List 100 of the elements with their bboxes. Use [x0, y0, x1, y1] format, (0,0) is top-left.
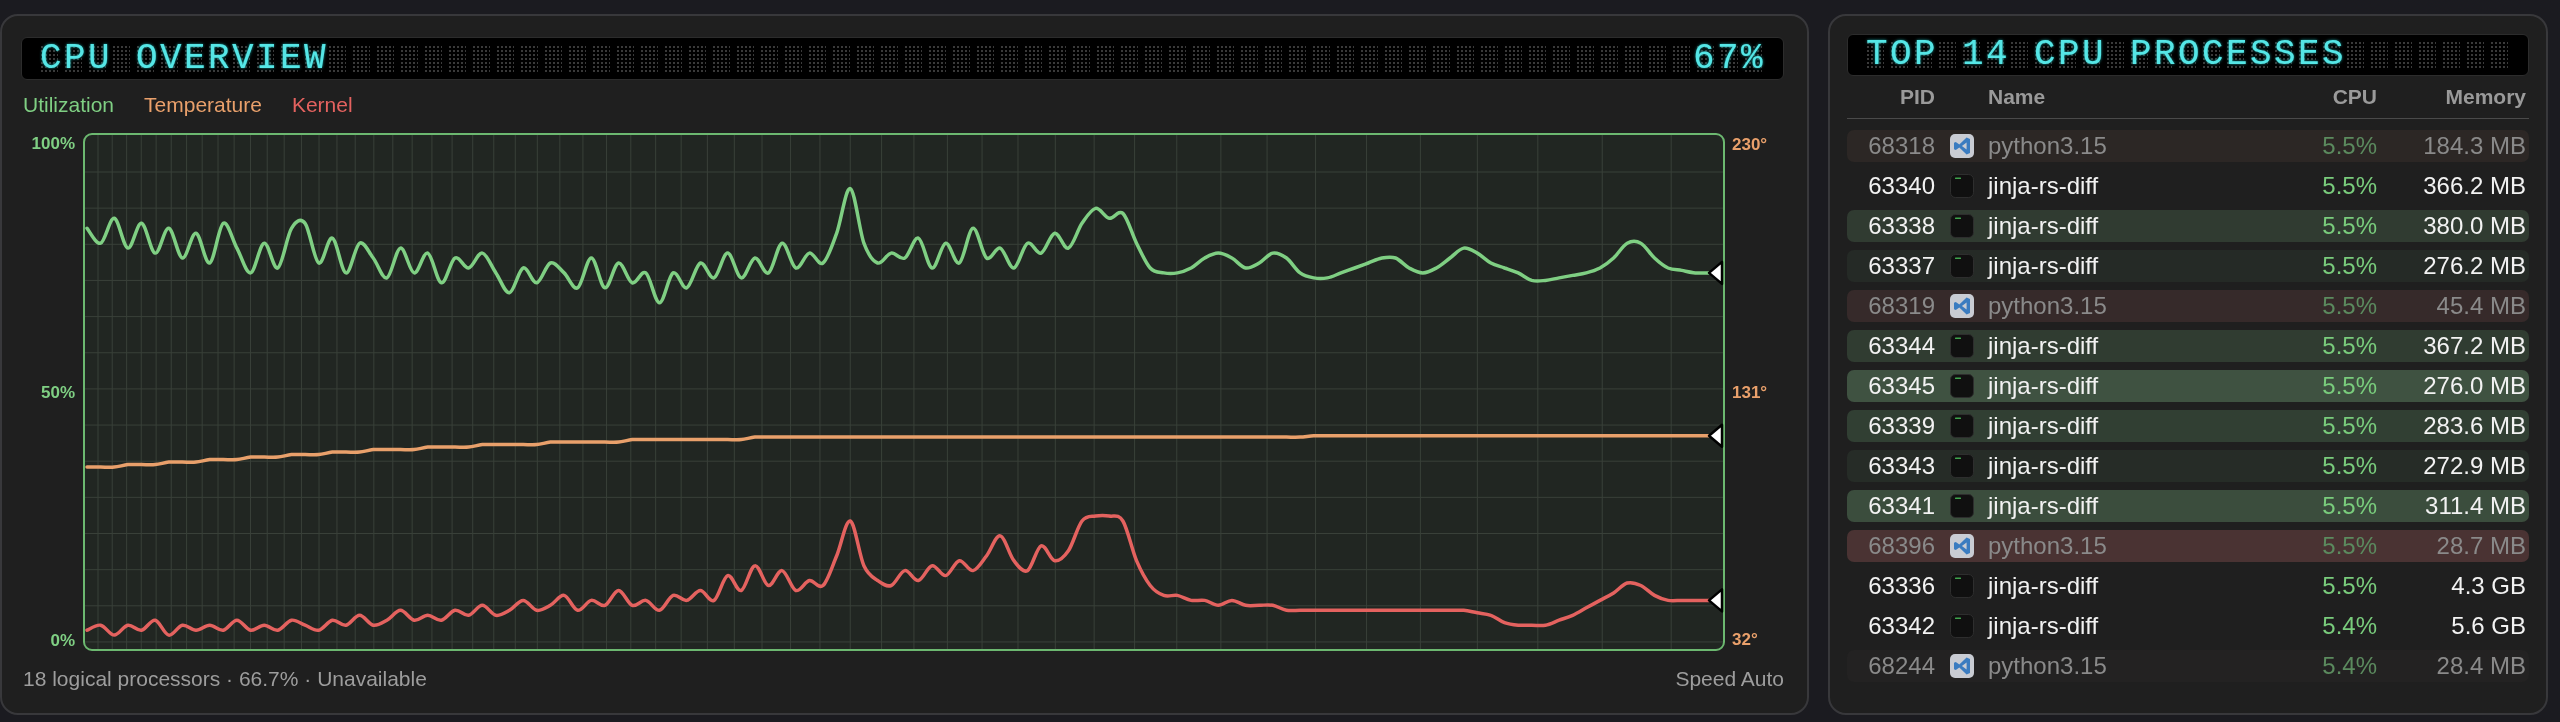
- cpu-usage: 5.5%: [2321, 491, 2377, 521]
- process-row[interactable]: 68396 python3.15 5.5% 28.7 MB: [1847, 530, 2529, 562]
- terminal-icon: [1950, 174, 1974, 198]
- column-header[interactable]: CPU: [2277, 84, 2377, 110]
- axis-label: 50%: [40, 382, 75, 402]
- legend-label: Temperature: [144, 94, 262, 116]
- pid-text: 68319: [1867, 291, 1935, 321]
- value-marker-icon: [1707, 588, 1724, 613]
- process-name: jinja-rs-diff: [1988, 331, 2100, 361]
- app-icon: [1950, 534, 1974, 558]
- cpu-usage: 5.5%: [2321, 291, 2377, 321]
- process-row[interactable]: 63345 jinja-rs-diff 5.5% 276.0 MB: [1847, 370, 2529, 402]
- terminal-icon: [1950, 414, 1974, 438]
- axis-label: 230°: [1732, 134, 1768, 154]
- memory-usage: 367.2 MB: [2422, 331, 2527, 361]
- pid-text: 63338: [1867, 211, 1935, 241]
- memory-usage: 28.7 MB: [2435, 531, 2527, 561]
- lcd-reading: 67%: [1693, 44, 1765, 73]
- process-row[interactable]: 68244 python3.15 5.4% 28.4 MB: [1847, 650, 2529, 682]
- memory-usage: 276.2 MB: [2422, 251, 2527, 281]
- memory-usage: 276.0 MB: [2422, 371, 2527, 401]
- cpu-usage: 5.4%: [2321, 611, 2377, 641]
- cpu-usage: 5.5%: [2321, 171, 2377, 201]
- memory-usage: 272.9 MB: [2422, 451, 2527, 481]
- terminal-icon: [1950, 574, 1974, 598]
- process-row[interactable]: 63344 jinja-rs-diff 5.5% 367.2 MB: [1847, 330, 2529, 362]
- process-row[interactable]: 68318 python3.15 5.5% 184.3 MB: [1847, 130, 2529, 162]
- process-name: python3.15: [1988, 531, 2108, 561]
- axis-label: 131°: [1732, 382, 1768, 402]
- app-icon: [1950, 134, 1974, 158]
- app-icon: [1950, 654, 1974, 678]
- lcd-title: CPU OVERVIEW: [40, 44, 329, 73]
- cpu-usage: 5.5%: [2321, 251, 2377, 281]
- cpu-usage: 5.5%: [2321, 411, 2377, 441]
- process-name: jinja-rs-diff: [1988, 571, 2100, 601]
- memory-usage: 184.3 MB: [2422, 131, 2527, 161]
- process-name: jinja-rs-diff: [1988, 211, 2100, 241]
- terminal-icon: [1950, 334, 1974, 358]
- speed-button[interactable]: Speed Auto: [1675, 668, 1784, 690]
- pid-text: 63337: [1867, 251, 1935, 281]
- process-row[interactable]: 63339 jinja-rs-diff 5.5% 283.6 MB: [1847, 410, 2529, 442]
- memory-usage: 5.6 GB: [2450, 611, 2527, 641]
- process-name: python3.15: [1988, 131, 2108, 161]
- pid-text: 63343: [1867, 451, 1935, 481]
- pid-text: 63342: [1867, 611, 1935, 641]
- cpu-usage: 5.5%: [2321, 211, 2377, 241]
- value-marker-icon: [1707, 260, 1724, 286]
- terminal-icon: [1950, 454, 1974, 478]
- pid-text: 63345: [1867, 371, 1935, 401]
- process-name: jinja-rs-diff: [1988, 411, 2100, 441]
- process-name: jinja-rs-diff: [1988, 491, 2100, 521]
- process-row[interactable]: 63343 jinja-rs-diff 5.5% 272.9 MB: [1847, 450, 2529, 482]
- column-header[interactable]: Name: [1988, 84, 2277, 110]
- memory-usage: 380.0 MB: [2422, 211, 2527, 241]
- terminal-icon: [1950, 374, 1974, 398]
- terminal-icon: [1950, 254, 1974, 278]
- process-row[interactable]: 63337 jinja-rs-diff 5.5% 276.2 MB: [1847, 250, 2529, 282]
- legend-label: Utilization: [23, 94, 115, 116]
- pid-text: 68396: [1867, 531, 1935, 561]
- app-icon: [1950, 294, 1974, 318]
- column-header[interactable]: Memory: [2377, 84, 2529, 110]
- cpu-usage: 5.5%: [2321, 331, 2377, 361]
- process-name: jinja-rs-diff: [1988, 371, 2100, 401]
- process-name: python3.15: [1988, 291, 2108, 321]
- cpu-usage: 5.5%: [2321, 531, 2377, 561]
- process-name: jinja-rs-diff: [1988, 451, 2100, 481]
- value-marker-icon: [1707, 423, 1724, 449]
- status-text: 18 logical processors · 66.7% · Unavailable: [23, 668, 427, 690]
- axis-label: 0%: [50, 630, 75, 650]
- pid-text: 63340: [1867, 171, 1935, 201]
- terminal-icon: [1950, 214, 1974, 238]
- memory-usage: 283.6 MB: [2422, 411, 2527, 441]
- axis-label: 100%: [31, 134, 75, 154]
- memory-usage: 4.3 GB: [2450, 571, 2527, 601]
- process-name: python3.15: [1988, 651, 2108, 681]
- legend-label: Kernel: [291, 94, 353, 116]
- pid-text: 63344: [1867, 331, 1935, 361]
- terminal-icon: [1950, 494, 1974, 518]
- memory-usage: 28.4 MB: [2435, 651, 2527, 681]
- memory-usage: 311.4 MB: [2424, 491, 2527, 521]
- process-row[interactable]: 68319 python3.15 5.5% 45.4 MB: [1847, 290, 2529, 322]
- pid-text: 68244: [1867, 651, 1935, 681]
- cpu-usage: 5.5%: [2321, 371, 2377, 401]
- lcd-title: TOP 14 CPU PROCESSES: [1866, 41, 2347, 69]
- axis-label: 32°: [1732, 630, 1758, 650]
- cpu-usage: 5.5%: [2321, 571, 2377, 601]
- cpu-usage: 5.4%: [2321, 651, 2377, 681]
- pid-text: 68318: [1867, 131, 1935, 161]
- pid-text: 63336: [1867, 571, 1935, 601]
- pid-text: 63341: [1867, 491, 1935, 521]
- process-row[interactable]: 63338 jinja-rs-diff 5.5% 380.0 MB: [1847, 210, 2529, 242]
- pid-text: 63339: [1867, 411, 1935, 441]
- cpu-usage: 5.5%: [2321, 451, 2377, 481]
- cpu-usage: 5.5%: [2321, 131, 2377, 161]
- process-name: jinja-rs-diff: [1988, 611, 2100, 641]
- process-name: jinja-rs-diff: [1988, 251, 2100, 281]
- process-row[interactable]: 63341 jinja-rs-diff 5.5% 311.4 MB: [1847, 490, 2529, 522]
- process-name: jinja-rs-diff: [1988, 171, 2100, 201]
- column-header[interactable]: PID: [1847, 84, 1935, 110]
- terminal-icon: [1950, 614, 1974, 638]
